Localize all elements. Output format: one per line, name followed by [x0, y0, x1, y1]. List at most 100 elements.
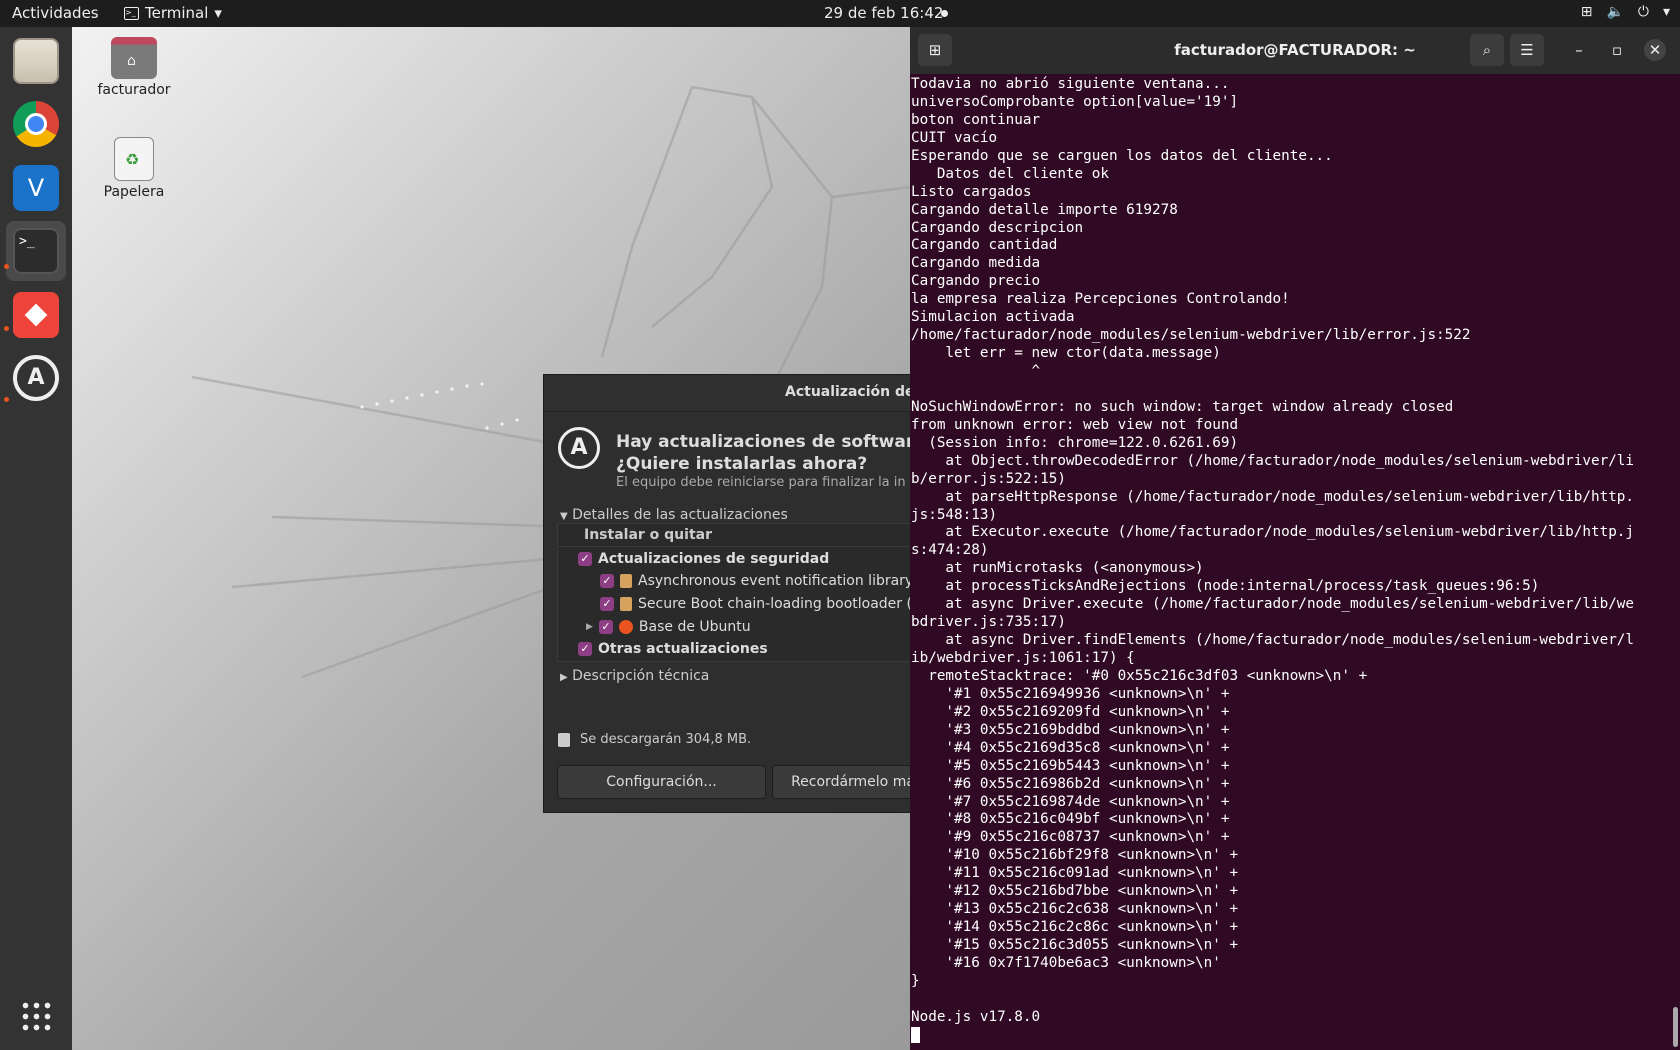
chrome-icon: [13, 101, 59, 147]
anydesk-icon: [13, 292, 59, 338]
terminal-small-icon: >_: [124, 6, 139, 20]
apps-grid-icon[interactable]: [20, 1000, 52, 1032]
expander-collapsed-icon[interactable]: ▶: [586, 616, 593, 638]
terminal-line: Cargando medida: [911, 255, 1041, 272]
dock: V >_ A: [0, 27, 72, 1050]
terminal-line: '#16 0x7f1740be6ac3 <unknown>\n': [911, 954, 1221, 971]
terminal-line: boton continuar: [911, 111, 1041, 128]
tree-column-header[interactable]: Instalar o quitar: [558, 524, 924, 547]
terminal-line: '#12 0x55c216bd7bbe <unknown>\n' +: [911, 883, 1239, 900]
dialog-subtitle: El equipo debe reiniciarse para finaliza…: [616, 475, 906, 490]
terminal-line: at runMicrotasks (<anonymous>): [911, 560, 1204, 577]
activities-button[interactable]: Actividades: [12, 4, 99, 22]
terminal-line: la empresa realiza Percepciones Controla…: [911, 291, 1290, 308]
desktop-icon-home[interactable]: ⌂ facturador: [84, 37, 184, 98]
terminal-line: Node.js v17.8.0: [911, 1008, 1041, 1025]
download-size-info: Se descargarán 304,8 MB.: [558, 732, 751, 747]
package-icon: [620, 574, 632, 588]
search-icon[interactable]: ⌕: [1470, 34, 1504, 66]
details-label: Detalles de las actualizaciones: [572, 507, 788, 523]
caret-down-icon[interactable]: ▾: [1663, 4, 1670, 20]
technical-description-expander[interactable]: ▶ Descripción técnica: [560, 668, 709, 684]
terminal-line: '#13 0x55c216c2c638 <unknown>\n' +: [911, 901, 1239, 918]
terminal-line: '#5 0x55c2169b5443 <unknown>\n' +: [911, 757, 1230, 774]
app-menu[interactable]: >_ Terminal ▾: [124, 4, 222, 22]
checkbox-checked-icon[interactable]: ✓: [600, 574, 614, 588]
hamburger-menu-icon[interactable]: ☰: [1510, 34, 1544, 66]
checkbox-checked-icon[interactable]: ✓: [600, 597, 614, 611]
tree-row-label: Otras actualizaciones: [598, 641, 768, 657]
terminal-line: at async Driver.execute (/home/facturado…: [911, 596, 1635, 613]
maximize-icon[interactable]: ▫: [1606, 39, 1628, 61]
terminal-line: ib/webdriver.js:1061:17) {: [911, 650, 1135, 666]
desktop-icon-label: Papelera: [103, 184, 165, 200]
terminal-line: '#2 0x55c2169209fd <unknown>\n' +: [911, 703, 1230, 720]
tree-row-label: Actualizaciones de seguridad: [598, 551, 830, 567]
updates-tree: Instalar o quitar ✓ Actualizaciones de s…: [557, 523, 924, 662]
terminal-line: '#6 0x55c216986b2d <unknown>\n' +: [911, 775, 1230, 792]
terminal-line: '#14 0x55c216c2c86c <unknown>\n' +: [911, 919, 1239, 936]
terminal-line: Listo cargados: [911, 183, 1032, 200]
terminal-line: Cargando detalle importe 619278: [911, 201, 1178, 218]
terminal-line: Datos del cliente ok: [911, 165, 1109, 182]
notification-dot-icon: [941, 10, 948, 17]
close-icon[interactable]: ✕: [1644, 39, 1666, 61]
software-update-dialog: Actualización de s A Hay actualizaciones…: [543, 374, 925, 813]
software-updater-icon: A: [13, 355, 59, 401]
terminal-line: '#1 0x55c216949936 <unknown>\n' +: [911, 685, 1230, 702]
terminal-line: /home/facturador/node_modules/selenium-w…: [911, 327, 1471, 344]
headline-line-2: ¿Quiere instalarlas ahora?: [616, 454, 868, 474]
terminal-line: '#4 0x55c2169d35c8 <unknown>\n' +: [911, 739, 1230, 756]
checkbox-checked-icon[interactable]: ✓: [578, 552, 592, 566]
minimize-icon[interactable]: –: [1568, 39, 1590, 61]
clock[interactable]: 29 de feb 16:42: [824, 4, 943, 22]
terminal-output[interactable]: Todavia no abrió siguiente ventana... uni…: [910, 76, 1680, 1046]
terminal-line: b/error.js:522:15): [911, 470, 1066, 487]
tree-row-other[interactable]: ✓ Otras actualizaciones: [578, 638, 768, 660]
power-icon[interactable]: ⏻: [1638, 4, 1649, 20]
details-expander[interactable]: ▼ Detalles de las actualizaciones: [560, 507, 788, 523]
terminal-titlebar[interactable]: ⊞ facturador@FACTURADOR: ~ ⌕ ☰ – ▫ ✕: [910, 27, 1680, 74]
dock-files[interactable]: [6, 31, 66, 91]
terminal-line: Todavia no abrió siguiente ventana...: [911, 76, 1230, 92]
remind-later-button[interactable]: Recordármelo má: [772, 765, 924, 799]
settings-button[interactable]: Configuración...: [557, 765, 766, 799]
dock-anydesk[interactable]: [6, 285, 66, 345]
trash-icon: ♻: [114, 137, 154, 181]
caret-down-icon: ▾: [214, 4, 222, 22]
dock-terminal[interactable]: >_: [6, 221, 66, 281]
home-folder-icon: ⌂: [111, 37, 157, 79]
tree-row-package[interactable]: ✓ Secure Boot chain-loading bootloader (…: [600, 593, 922, 615]
running-indicator: [4, 264, 9, 269]
network-icon[interactable]: ⊞: [1581, 4, 1593, 20]
download-icon: [558, 732, 570, 747]
terminal-scrollbar[interactable]: [1673, 1007, 1678, 1047]
dock-chrome[interactable]: [6, 94, 66, 154]
terminal-line: '#8 0x55c216c049bf <unknown>\n' +: [911, 811, 1230, 828]
tree-row-ubuntu-base[interactable]: ▶ ✓ Base de Ubuntu: [586, 616, 751, 638]
checkbox-checked-icon[interactable]: ✓: [578, 642, 592, 656]
desktop-icon-trash[interactable]: ♻ Papelera: [84, 137, 184, 200]
tree-row-security[interactable]: ✓ Actualizaciones de seguridad: [578, 548, 829, 570]
terminal-line: at parseHttpResponse (/home/facturador/n…: [911, 488, 1635, 505]
terminal-line: let err = new ctor(data.message): [911, 345, 1221, 362]
terminal-line: }: [911, 972, 920, 989]
tree-row-package[interactable]: ✓ Asynchronous event notification librar…: [600, 570, 923, 592]
checkbox-checked-icon[interactable]: ✓: [598, 620, 613, 634]
terminal-line: NoSuchWindowError: no such window: targe…: [911, 398, 1454, 415]
terminal-title: facturador@FACTURADOR: ~: [1174, 41, 1416, 59]
package-icon: [620, 597, 632, 611]
terminal-line: '#15 0x55c216c3d055 <unknown>\n' +: [911, 937, 1239, 953]
volume-icon[interactable]: 🔈: [1606, 4, 1623, 20]
technical-description-label: Descripción técnica: [572, 668, 710, 684]
terminal-line: CUIT vacío: [911, 129, 998, 146]
terminal-line: Esperando que se carguen los datos del c…: [911, 147, 1333, 164]
dock-vnc[interactable]: V: [6, 158, 66, 218]
dock-software-updater[interactable]: A: [6, 348, 66, 408]
dialog-titlebar[interactable]: Actualización de s: [544, 375, 924, 412]
desktop-icon-label: facturador: [97, 82, 171, 98]
terminal-line: Cargando precio: [911, 273, 1041, 290]
terminal-line: Cargando cantidad: [911, 237, 1058, 254]
system-tray[interactable]: ⊞ 🔈 ⏻ ▾: [1581, 4, 1670, 20]
